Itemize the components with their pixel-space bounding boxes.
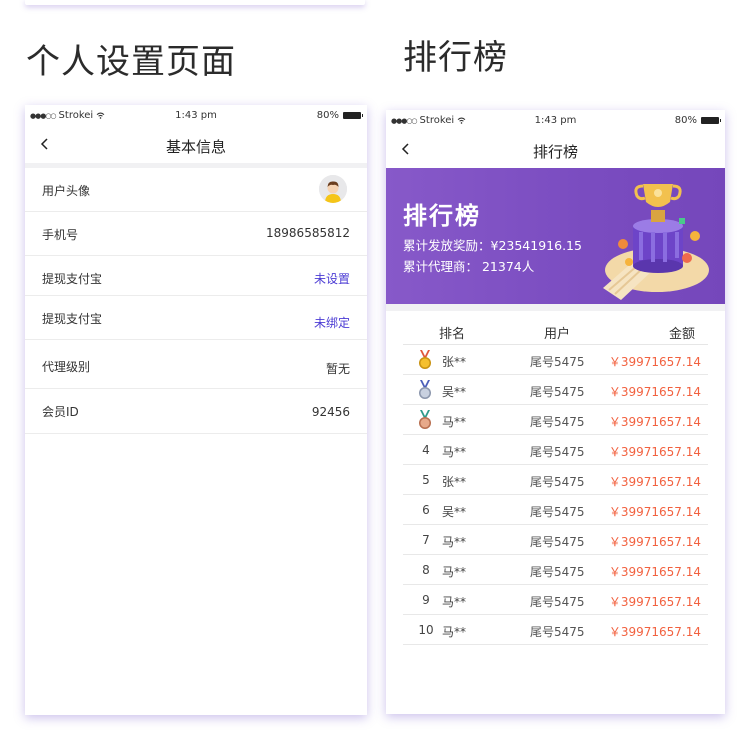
table-row: 5 张** 尾号5475 ￥39971657.14	[403, 465, 708, 495]
nav-bar: 排行榜	[386, 130, 725, 168]
header-amount: 金额	[668, 327, 695, 342]
user-name: 吴**	[442, 505, 467, 519]
alipay-setup-link[interactable]: 未设置	[314, 270, 350, 287]
table-row: 10 马** 尾号5475 ￥39971657.14	[403, 615, 708, 645]
leaderboard-banner: 排行榜 累计发放奖励：¥23541916.15 累计代理商： 21374人	[386, 168, 725, 304]
rank-number: 6	[422, 503, 430, 517]
user-name: 马**	[442, 445, 467, 459]
user-phone-tail: 尾号5475	[530, 385, 585, 399]
avatar-icon[interactable]	[319, 175, 347, 203]
bronze-medal-icon	[419, 410, 431, 429]
alipay-bind-link[interactable]: 未绑定	[314, 314, 350, 331]
agent-level-value: 暂无	[325, 362, 350, 376]
section-title-settings: 个人设置页面	[26, 42, 236, 82]
table-row: 吴** 尾号5475 ￥39971657.14	[403, 375, 708, 405]
silver-medal-icon	[419, 380, 431, 399]
table-row: 7 马** 尾号5475 ￥39971657.14	[403, 525, 708, 555]
member-id-value: 92456	[311, 405, 350, 419]
trophy-illustration	[603, 184, 709, 300]
rank-number: 5	[422, 473, 430, 487]
user-name: 吴**	[442, 385, 467, 399]
member-id-row: 会员ID 92456	[25, 389, 367, 434]
page-title: 排行榜	[532, 143, 578, 161]
avatar-row[interactable]: 用户头像	[25, 168, 367, 212]
row-label: 代理级别	[42, 360, 91, 374]
rank-number: 8	[422, 563, 430, 577]
user-phone-tail: 尾号5475	[530, 505, 585, 519]
user-name: 马**	[442, 415, 467, 429]
row-label: 提现支付宝	[42, 272, 103, 286]
gold-medal-icon	[419, 350, 431, 369]
user-phone-tail: 尾号5475	[530, 535, 585, 549]
amount-value: ￥39971657.14	[608, 445, 701, 459]
amount-value: ￥39971657.14	[608, 505, 701, 519]
amount-value: ￥39971657.14	[608, 415, 701, 429]
alipay-withdraw-row[interactable]: 提现支付宝 未设置	[25, 256, 367, 296]
section-title-leaderboard: 排行榜	[403, 38, 508, 78]
user-name: 马**	[442, 625, 467, 639]
row-label: 提现支付宝	[42, 312, 103, 326]
user-name: 张**	[442, 355, 467, 369]
nav-bar: 基本信息	[25, 125, 367, 163]
table-row: 8 马** 尾号5475 ￥39971657.14	[403, 555, 708, 585]
amount-value: ￥39971657.14	[608, 535, 701, 549]
alipay-bind-row[interactable]: 提现支付宝 未绑定	[25, 296, 367, 340]
battery-group: 80%	[674, 115, 721, 126]
page-title: 基本信息	[165, 138, 226, 156]
table-row: 马** 尾号5475 ￥39971657.14	[403, 405, 708, 435]
user-phone-tail: 尾号5475	[530, 565, 585, 579]
table-row: 9 马** 尾号5475 ￥39971657.14	[403, 585, 708, 615]
user-name: 张**	[442, 475, 467, 489]
row-label: 手机号	[42, 228, 79, 242]
phone-row: 手机号 18986585812	[25, 212, 367, 256]
battery-icon	[343, 112, 363, 119]
table-row: 张** 尾号5475 ￥39971657.14	[403, 345, 708, 375]
row-label: 用户头像	[42, 184, 91, 198]
user-phone-tail: 尾号5475	[530, 625, 585, 639]
rank-number: 4	[422, 443, 430, 457]
battery-percent: 80%	[674, 115, 697, 126]
banner-title: 排行榜	[403, 202, 481, 230]
total-agents: 累计代理商： 21374人	[403, 259, 535, 274]
header-user: 用户	[544, 327, 571, 342]
settings-screen: ●●●○○ Strokei 1:43 pm 80% 基本信息 用户头像 手机号 …	[25, 105, 367, 715]
rank-number: 9	[422, 593, 430, 607]
table-row: 6 吴** 尾号5475 ￥39971657.14	[403, 495, 708, 525]
previous-screen-edge	[25, 0, 365, 5]
rank-number: 10	[418, 623, 434, 637]
user-name: 马**	[442, 595, 467, 609]
row-label: 会员ID	[42, 405, 79, 419]
amount-value: ￥39971657.14	[608, 565, 701, 579]
user-phone-tail: 尾号5475	[530, 595, 585, 609]
status-bar: ●●●○○ Strokei 1:43 pm 80%	[25, 105, 367, 125]
user-phone-tail: 尾号5475	[530, 415, 585, 429]
user-phone-tail: 尾号5475	[530, 445, 585, 459]
divider	[386, 304, 725, 311]
amount-value: ￥39971657.14	[608, 475, 701, 489]
amount-value: ￥39971657.14	[608, 625, 701, 639]
amount-value: ￥39971657.14	[608, 385, 701, 399]
status-time: 1:43 pm	[175, 110, 217, 121]
table-row: 4 马** 尾号5475 ￥39971657.14	[403, 435, 708, 465]
battery-icon	[701, 117, 721, 124]
leaderboard-screen: ●●●○○ Strokei 1:43 pm 80% 排行榜 排行榜 累计发放奖励…	[386, 110, 725, 714]
battery-percent: 80%	[316, 110, 339, 121]
table-header: 排名 用户 金额	[403, 311, 708, 345]
rank-list: 张** 尾号5475 ￥39971657.14 吴** 尾号5475 ￥39971657.…	[386, 345, 725, 645]
user-name: 马**	[442, 565, 467, 579]
battery-group: 80%	[316, 110, 363, 121]
agent-level-row: 代理级别 暂无	[25, 340, 367, 389]
user-name: 马**	[442, 535, 467, 549]
rank-number: 7	[422, 533, 430, 547]
user-phone-tail: 尾号5475	[530, 355, 585, 369]
amount-value: ￥39971657.14	[608, 355, 701, 369]
user-phone-tail: 尾号5475	[530, 475, 585, 489]
status-bar: ●●●○○ Strokei 1:43 pm 80%	[386, 110, 725, 130]
header-rank: 排名	[439, 327, 466, 342]
avatar-illustration	[319, 175, 347, 203]
amount-value: ￥39971657.14	[608, 595, 701, 609]
phone-number: 18986585812	[266, 226, 350, 240]
total-reward: 累计发放奖励：¥23541916.15	[403, 238, 582, 253]
